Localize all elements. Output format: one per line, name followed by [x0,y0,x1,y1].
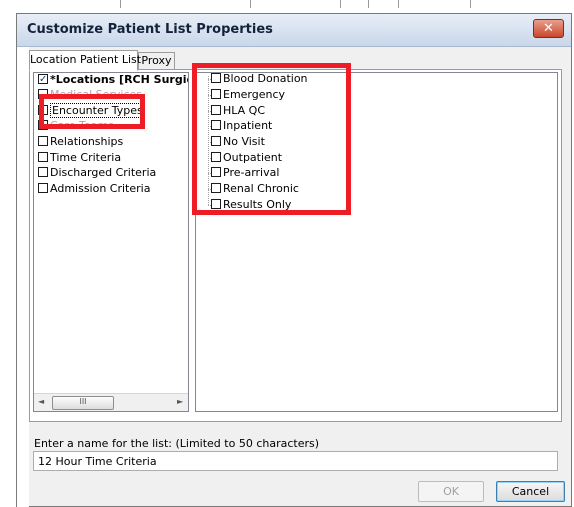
highlight-box-encounter-list [192,63,351,215]
ok-button[interactable]: OK [418,481,484,502]
arrow-right-icon[interactable]: ► [177,397,183,406]
tree-item-admission-criteria[interactable]: Admission Criteria [38,182,150,197]
tree-item-relationships[interactable]: Relationships [38,135,123,150]
list-name-input[interactable] [33,451,558,471]
background-app-strip [0,0,574,14]
close-button[interactable]: ✕ [533,19,564,38]
window-left-margin [17,47,29,507]
tree-item-locations[interactable]: ✓ *Locations [RCH Surgica [38,73,188,88]
arrow-left-icon[interactable]: ◄ [38,397,44,406]
checkbox-icon[interactable] [38,183,48,193]
scrollbar-thumb[interactable]: III [52,396,114,410]
list-name-label: Enter a name for the list: (Limited to 5… [34,437,320,450]
cancel-button[interactable]: Cancel [496,481,565,502]
checkbox-icon[interactable]: ✓ [38,74,48,85]
tree-item-discharged-criteria[interactable]: Discharged Criteria [38,166,156,181]
close-icon: ✕ [543,21,554,36]
tab-location-patient-list[interactable]: Location Patient List [29,50,141,71]
window-title: Customize Patient List Properties [27,22,273,37]
tab-proxy[interactable]: Proxy [138,52,175,70]
tree-item-time-criteria[interactable]: Time Criteria [38,151,121,166]
checkbox-icon[interactable] [38,152,48,162]
checkbox-icon[interactable] [38,136,48,146]
checkbox-icon[interactable] [38,167,48,177]
highlight-box-encounter-types [39,94,145,129]
tree-horizontal-scrollbar[interactable]: ◄ III ► [34,393,188,411]
